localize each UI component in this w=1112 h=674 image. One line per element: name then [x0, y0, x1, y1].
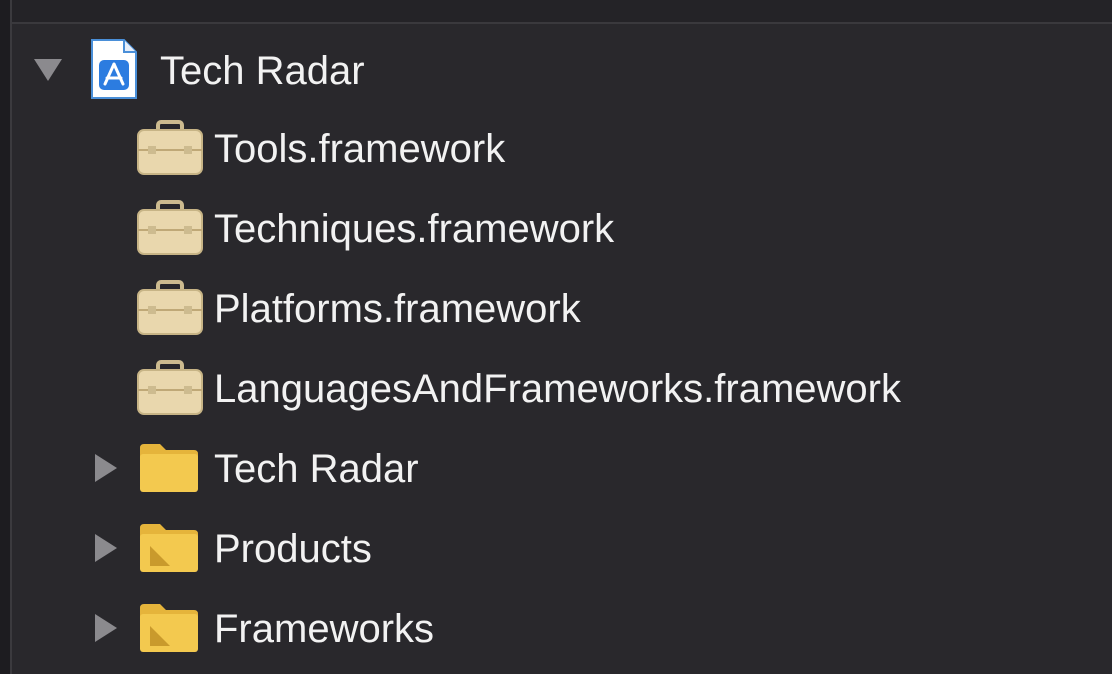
tree-row-framework[interactable]: Techniques.framework [0, 190, 1112, 268]
framework-label: Techniques.framework [214, 207, 615, 251]
tree-row-framework[interactable]: Tools.framework [0, 110, 1112, 188]
framework-label: Platforms.framework [214, 287, 581, 331]
disclosure-collapsed-icon[interactable] [88, 611, 122, 645]
disclosure-collapsed-icon[interactable] [88, 451, 122, 485]
disclosure-collapsed-icon[interactable] [88, 531, 122, 565]
framework-toolbox-icon [136, 360, 204, 421]
tree-row-group-frameworks[interactable]: Frameworks [0, 590, 1112, 668]
tree-row-project[interactable]: Tech Radar [0, 30, 1112, 108]
disclosure-expanded-icon[interactable] [31, 52, 65, 86]
group-label: Products [214, 527, 372, 571]
tree-row-group-products[interactable]: Products [0, 510, 1112, 588]
framework-toolbox-icon [136, 280, 204, 341]
folder-icon [138, 442, 200, 499]
xcode-project-icon [90, 38, 138, 105]
framework-label: LanguagesAndFrameworks.framework [214, 367, 901, 411]
folder-icon [138, 522, 200, 579]
navigator-header-strip [0, 0, 1112, 24]
framework-label: Tools.framework [214, 127, 506, 171]
tree-row-framework[interactable]: LanguagesAndFrameworks.framework [0, 350, 1112, 428]
project-label: Tech Radar [160, 49, 365, 93]
tree-row-group-tech-radar[interactable]: Tech Radar [0, 430, 1112, 508]
framework-toolbox-icon [136, 120, 204, 181]
folder-icon [138, 602, 200, 659]
project-navigator: Tech Radar Tools.framework Techniques.fr… [0, 0, 1112, 674]
framework-toolbox-icon [136, 200, 204, 261]
group-label: Frameworks [214, 607, 435, 651]
tree-row-framework[interactable]: Platforms.framework [0, 270, 1112, 348]
group-label: Tech Radar [214, 447, 419, 491]
